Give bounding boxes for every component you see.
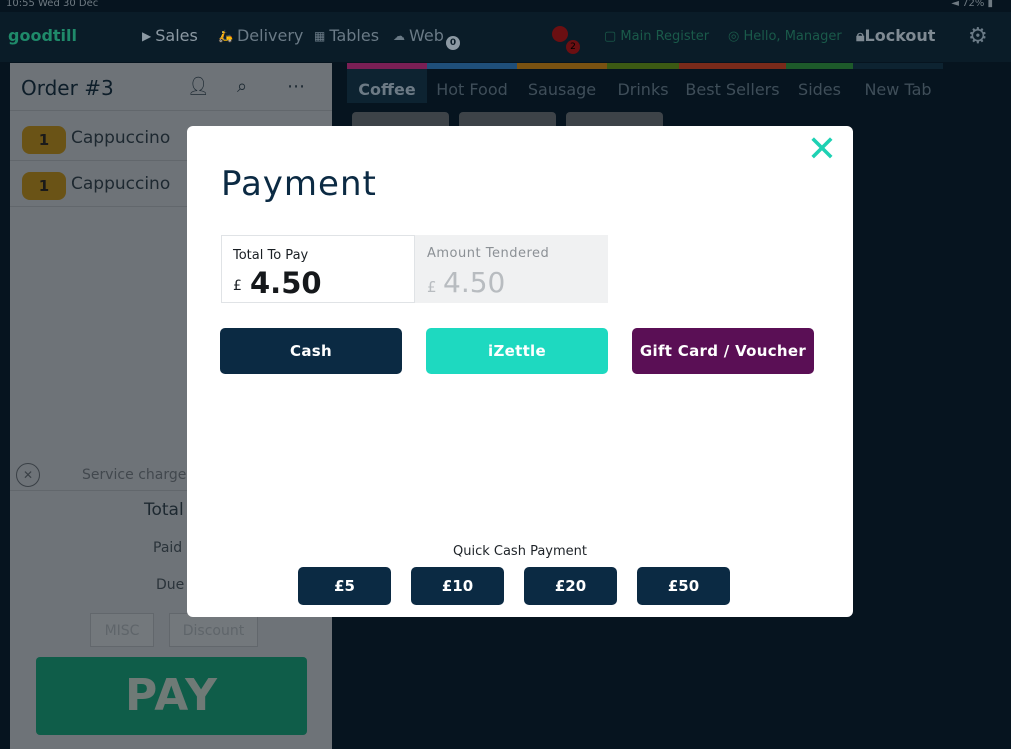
status-bar: 10:55 Wed 30 Dec ◄ 72% ▮ [0, 0, 1011, 12]
misc-button[interactable]: MISC [90, 613, 154, 647]
cash-button[interactable]: Cash [220, 328, 402, 374]
add-customer-icon[interactable]: 👤︎ [187, 76, 210, 97]
payment-modal: ✕ Payment Total To Pay £ 4.50 Amount Ten… [187, 126, 853, 617]
tab-sides[interactable]: Sides [786, 63, 853, 103]
nav-delivery-label: Delivery [236, 26, 304, 45]
tab-label: Best Sellers [685, 80, 780, 99]
tab-drinks[interactable]: Drinks [607, 63, 679, 103]
item-quantity: 1 [22, 172, 66, 200]
service-charge-label: Service charge [82, 467, 187, 483]
tab-color-bar [786, 63, 853, 69]
paid-label: Paid [153, 540, 183, 556]
tab-label: Sides [798, 80, 841, 99]
currency-symbol: £ [233, 278, 242, 294]
register-label: Main Register [620, 29, 710, 44]
top-bar: goodtill ▶ Sales 🛵 Delivery ▦ Tables ☁ W… [0, 12, 1011, 62]
table-grid-icon: ▦ [314, 28, 326, 43]
close-icon[interactable]: ✕ [804, 132, 840, 168]
cloud-icon: ☁ [393, 28, 405, 43]
total-to-pay-label: Total To Pay [233, 248, 309, 263]
category-tabs: Coffee Hot Food Sausage Drinks Best Sell… [347, 63, 943, 103]
item-name: Cappuccino [71, 174, 171, 194]
web-count-badge: 0 [446, 36, 460, 50]
discount-button[interactable]: Discount [169, 613, 258, 647]
brand-logo: goodtill [8, 26, 77, 45]
currency-symbol: £ [427, 278, 437, 296]
order-title: Order #3 [21, 76, 114, 100]
tab-hot-food[interactable]: Hot Food [427, 63, 517, 103]
search-icon[interactable]: ⌕ [237, 76, 247, 97]
tab-label: New Tab [864, 80, 932, 99]
tab-sausage[interactable]: Sausage [517, 63, 607, 103]
status-time: 10:55 Wed 30 Dec [6, 0, 99, 9]
nav-tables-label: Tables [329, 26, 380, 45]
alerts-count-badge: 2 [566, 40, 580, 54]
nav-sales[interactable]: ▶ Sales [142, 26, 198, 45]
amount-tendered-field[interactable]: Amount Tendered £ 4.50 [415, 235, 608, 303]
izettle-button[interactable]: iZettle [426, 328, 608, 374]
nav-tables[interactable]: ▦ Tables [314, 26, 379, 45]
quick-cash-10-button[interactable]: £10 [411, 567, 504, 605]
quick-cash-20-button[interactable]: £20 [524, 567, 617, 605]
register-icon: ▢ [604, 29, 621, 44]
tab-color-bar [607, 63, 679, 69]
lockout-button[interactable]: 🔒︎Lockout [856, 26, 935, 46]
tab-best-sellers[interactable]: Best Sellers [679, 63, 786, 103]
gear-icon[interactable]: ⚙ [968, 26, 988, 48]
user-circle-icon: ◎ [728, 29, 744, 44]
alerts-icon[interactable] [552, 26, 568, 42]
scooter-icon: 🛵 [218, 28, 233, 43]
modal-title: Payment [221, 164, 377, 204]
lockout-label: Lockout [864, 26, 936, 45]
nav-web-label: Web [409, 26, 444, 45]
quick-cash-label: Quick Cash Payment [453, 544, 587, 559]
play-icon: ▶ [142, 28, 152, 43]
order-header: Order #3 👤︎ ⌕ ⋯ [10, 63, 332, 111]
due-label: Due [156, 577, 185, 593]
tab-color-bar [679, 63, 786, 69]
total-to-pay-box: Total To Pay £ 4.50 [221, 235, 415, 303]
user-greeting[interactable]: ◎ Hello, Manager [728, 29, 842, 44]
pay-button[interactable]: PAY [36, 657, 307, 735]
tab-color-bar [347, 63, 427, 69]
gift-card-voucher-button[interactable]: Gift Card / Voucher [632, 328, 814, 374]
amount-tendered-label: Amount Tendered [427, 246, 550, 261]
more-icon[interactable]: ⋯ [287, 76, 305, 97]
greeting-label: Hello, Manager [743, 29, 842, 44]
total-to-pay-value: 4.50 [250, 266, 322, 300]
quick-cash-5-button[interactable]: £5 [298, 567, 391, 605]
tab-new-tab[interactable]: New Tab [853, 63, 943, 103]
register-selector[interactable]: ▢ Main Register [604, 29, 709, 44]
amount-tendered-value: 4.50 [443, 266, 506, 299]
status-battery: ◄ 72% ▮ [951, 0, 993, 9]
tab-label: Hot Food [436, 80, 508, 99]
nav-web[interactable]: ☁ Web [393, 26, 444, 45]
tab-coffee[interactable]: Coffee [347, 63, 427, 103]
total-label: Total [144, 500, 184, 520]
tab-label: Drinks [617, 80, 669, 99]
quick-cash-50-button[interactable]: £50 [637, 567, 730, 605]
tab-color-bar [517, 63, 607, 69]
nav-delivery[interactable]: 🛵 Delivery [218, 26, 303, 45]
tab-label: Coffee [358, 80, 416, 99]
tab-label: Sausage [527, 80, 597, 99]
lock-icon: 🔒︎ [856, 26, 865, 45]
remove-service-charge-icon[interactable]: ✕ [16, 463, 40, 487]
item-quantity: 1 [22, 126, 66, 154]
tab-color-bar [853, 63, 943, 69]
item-name: Cappuccino [71, 128, 171, 148]
nav-sales-label: Sales [155, 26, 198, 45]
tab-color-bar [427, 63, 517, 69]
